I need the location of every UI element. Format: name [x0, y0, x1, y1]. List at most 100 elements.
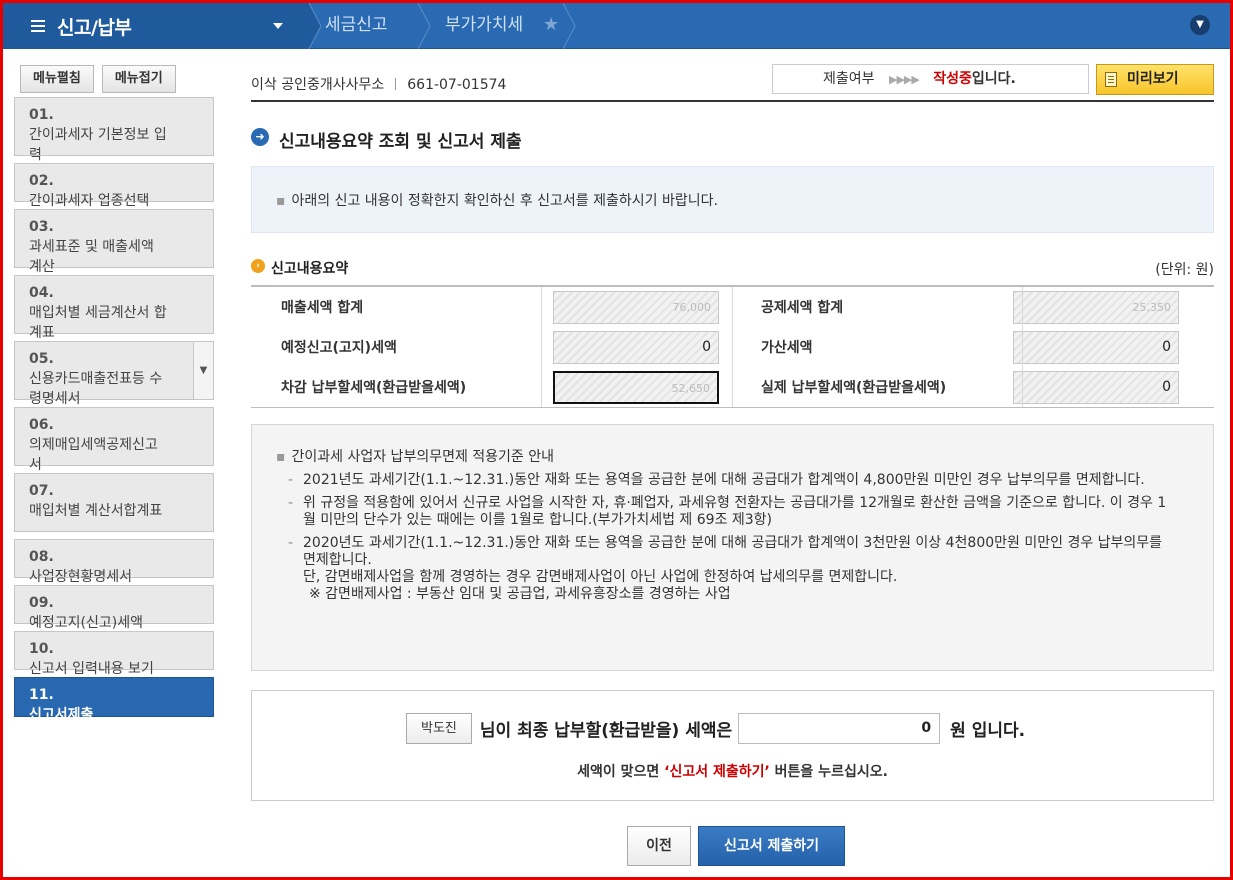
preview-button[interactable]: 미리보기	[1096, 64, 1214, 95]
sidebar-item-prelim-tax[interactable]: 09. 예정고지(신고)세액	[14, 585, 214, 631]
divider	[395, 78, 397, 90]
sidebar-item-number: 04.	[29, 285, 54, 301]
sidebar-item-number: 07.	[29, 483, 54, 499]
net-payable-field[interactable]: 52,650	[553, 370, 719, 404]
sidebar-item-label: 신용카드매출전표등 수령명세서	[29, 371, 163, 407]
taxpayer-name-field: 박도진	[406, 713, 472, 744]
instruction-prefix: 세액이 맞으면	[577, 764, 665, 780]
prelim-tax-field: 0	[553, 330, 719, 364]
sidebar-item-number: 10.	[29, 641, 54, 657]
sidebar-item-purchase-statement[interactable]: 07. 매입처별 계산서합계표	[14, 473, 214, 532]
instruction-highlight: ‘신고서 제출하기’	[664, 764, 770, 780]
status-value: 작성중	[933, 71, 972, 87]
notice-item: 위 규정을 적용함에 있어서 신규로 사업을 시작한 자, 휴·폐업자, 과세유…	[303, 495, 1167, 528]
additional-tax-field: 0	[1013, 330, 1179, 364]
arrows-icon: ▶▶▶▶	[888, 73, 920, 86]
net-payable-label: 차감 납부할세액(환급받을세액)	[281, 380, 467, 396]
sidebar-item-view-input[interactable]: 10. 신고서 입력내용 보기	[14, 631, 214, 677]
breadcrumb-vat[interactable]: 부가가치세	[445, 3, 523, 49]
preview-button-label: 미리보기	[1127, 71, 1179, 87]
sidebar-item-label: 의제매입세액공제신고서	[29, 437, 158, 473]
sidebar-item-label: 매입처별 세금계산서 합계표	[29, 305, 167, 341]
submit-return-button[interactable]: 신고서 제출하기	[698, 826, 845, 866]
sidebar-item-label: 예정고지(신고)세액	[29, 615, 143, 631]
final-text-2: 원 입니다.	[950, 721, 1026, 741]
collapse-menu-button[interactable]: 메뉴접기	[101, 65, 176, 93]
sidebar-item-number: 01.	[29, 107, 54, 123]
expand-menu-button[interactable]: 메뉴펼침	[20, 65, 94, 93]
breadcrumb-separator-icon	[301, 3, 321, 49]
sales-tax-total-field: 76,000	[553, 290, 719, 324]
sales-tax-total-label: 매출세액 합계	[281, 300, 364, 316]
sidebar-item-label: 간이과세자 업종선택	[29, 193, 150, 209]
notice-heading: 간이과세 사업자 납부의무면제 적용기준 안내	[291, 449, 555, 465]
unit-label: (단위: 원)	[1155, 262, 1214, 278]
submission-status: 제출여부 ▶▶▶▶ 작성중입니다.	[772, 64, 1089, 94]
bullet-icon: ▪	[276, 193, 286, 209]
chevron-down-icon[interactable]: ▼	[1190, 15, 1210, 35]
breadcrumb-tax-filing[interactable]: 세금신고	[325, 3, 388, 49]
sidebar-item-submit[interactable]: 11. 신고서제출	[14, 677, 214, 723]
chevron-right-icon: ›	[251, 259, 265, 273]
sidebar-item-number: 06.	[29, 417, 54, 433]
breadcrumb-separator-icon	[418, 3, 431, 49]
sidebar-item-number: 03.	[29, 219, 54, 235]
previous-button[interactable]: 이전	[627, 826, 691, 866]
prelim-tax-label: 예정신고(고지)세액	[281, 340, 397, 356]
bullet-icon: ▪	[276, 449, 286, 465]
deduction-tax-total-field: 25,350	[1013, 290, 1179, 324]
instruction-suffix: 버튼을 누르십시오.	[769, 764, 888, 780]
sidebar-item-number: 02.	[29, 173, 54, 189]
sidebar-toggle-buttons: 메뉴펼침 메뉴접기	[20, 65, 214, 93]
action-buttons: 이전 신고서 제출하기	[627, 826, 845, 866]
sidebar-item-card-receipts[interactable]: 05. 신용카드매출전표등 수령명세서 ▼	[14, 341, 214, 407]
breadcrumb-separator-icon	[563, 3, 576, 49]
business-name: 이삭 공인중개사사무소	[251, 77, 385, 93]
chevron-down-icon[interactable]: ▼	[193, 342, 213, 399]
sidebar-item-industry[interactable]: 02. 간이과세자 업종선택	[14, 163, 214, 209]
sidebar-item-label: 신고서제출	[29, 707, 94, 723]
sidebar-item-business-status[interactable]: 08. 사업장현황명세서	[14, 539, 214, 585]
header-divider	[251, 100, 1214, 102]
main-menu-toggle[interactable]: 신고/납부	[3, 3, 301, 49]
notice-item: 2021년도 과세기간(1.1.~12.31.)동안 재화 또는 용역을 공급한…	[303, 472, 1145, 488]
notice-subitem: 단, 감면배제사업을 함께 경영하는 경우 감면배제사업이 아닌 사업에 한정하…	[303, 569, 898, 585]
final-text-1: 님이 최종 납부할(환급받을) 세액은	[479, 721, 733, 741]
sidebar-item-number: 08.	[29, 549, 54, 565]
arrow-right-icon: ➜	[251, 128, 269, 146]
summary-title-text: 신고내용요약	[271, 261, 349, 277]
sidebar-item-tax-base[interactable]: 03. 과세표준 및 매출세액 계산	[14, 209, 214, 275]
dash-icon: -	[288, 472, 294, 488]
sidebar-item-label: 간이과세자 기본정보 입력	[29, 127, 167, 163]
summary-table: 매출세액 합계 76,000 공제세액 합계 25,350 예정신고(고지)세액…	[251, 285, 1214, 408]
deduction-tax-total-label: 공제세액 합계	[761, 300, 844, 316]
sidebar-item-purchase-invoice[interactable]: 04. 매입처별 세금계산서 합계표	[14, 275, 214, 341]
actual-payable-label: 실제 납부할세액(환급받을세액)	[761, 380, 947, 396]
hamburger-icon	[31, 20, 45, 32]
sidebar-item-label: 신고서 입력내용 보기	[29, 661, 154, 677]
actual-payable-field: 0	[1013, 370, 1179, 404]
page-title: ➜ 신고내용요약 조회 및 신고서 제출	[251, 127, 522, 152]
dash-icon: -	[288, 535, 294, 551]
sidebar-item-label: 매입처별 계산서합계표	[29, 503, 163, 519]
exemption-notice: ▪ 간이과세 사업자 납부의무면제 적용기준 안내 -2021년도 과세기간(1.…	[251, 424, 1214, 671]
business-info: 이삭 공인중개사사무소 661-07-01574	[251, 74, 506, 94]
sidebar-item-number: 05.	[29, 351, 54, 367]
dash-icon: -	[288, 495, 294, 511]
additional-tax-label: 가산세액	[761, 340, 813, 356]
caret-down-icon	[273, 23, 283, 29]
status-suffix: 입니다.	[971, 71, 1016, 87]
info-message: ▪ 아래의 신고 내용이 정확한지 확인하신 후 신고서를 제출하시기 바랍니다.	[251, 166, 1214, 233]
sidebar-item-deemed-purchase[interactable]: 06. 의제매입세액공제신고서	[14, 407, 214, 473]
summary-title: › 신고내용요약	[251, 258, 348, 278]
sidebar-item-number: 09.	[29, 595, 54, 611]
column-divider	[732, 287, 733, 407]
column-divider	[541, 287, 542, 407]
star-icon[interactable]: ★	[543, 14, 559, 35]
sidebar: 메뉴펼침 메뉴접기 01. 간이과세자 기본정보 입력 02. 간이과세자 업종선택…	[14, 65, 214, 724]
column-divider	[1022, 287, 1023, 407]
status-label: 제출여부	[823, 71, 875, 87]
sidebar-item-basic-info[interactable]: 01. 간이과세자 기본정보 입력	[14, 97, 214, 163]
page-title-text: 신고내용요약 조회 및 신고서 제출	[279, 132, 522, 152]
final-instruction: 세액이 맞으면 ‘신고서 제출하기’ 버튼을 누르십시오.	[252, 761, 1213, 781]
